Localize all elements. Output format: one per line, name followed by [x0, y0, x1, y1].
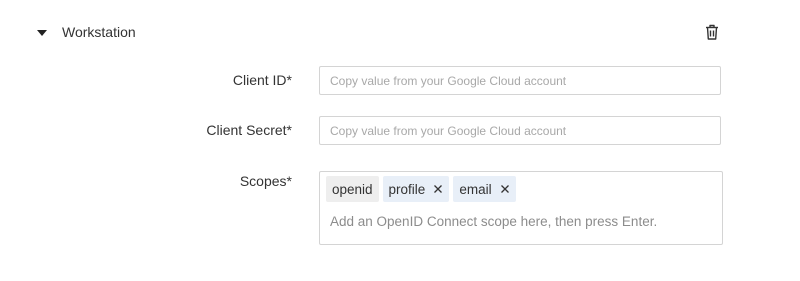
section-header: Workstation — [36, 22, 726, 44]
scope-input[interactable] — [330, 210, 710, 232]
client-secret-label: Client Secret* — [206, 122, 292, 138]
remove-profile-close-icon[interactable] — [433, 184, 443, 194]
client-id-label: Client ID* — [232, 72, 292, 88]
client-id-input[interactable] — [319, 66, 721, 95]
client-secret-input[interactable] — [319, 116, 721, 145]
oidc-provider-form: Workstation Client ID* Client Secret* Sc… — [0, 0, 800, 281]
scope-chip-label: profile — [388, 181, 426, 197]
scope-chip-openid: openid — [326, 176, 379, 202]
scopes-label: Scopes* — [239, 173, 292, 189]
scope-chip-profile: profile — [382, 176, 450, 202]
scope-chip-label: openid — [332, 181, 373, 197]
scope-chip-label: email — [459, 181, 492, 197]
trash-icon[interactable] — [702, 22, 722, 42]
caret-down-icon[interactable] — [36, 28, 48, 38]
remove-email-close-icon[interactable] — [500, 184, 510, 194]
scopes-field[interactable]: openid profile email — [319, 171, 723, 245]
section-title: Workstation — [62, 24, 136, 40]
scope-chip-email: email — [453, 176, 516, 202]
scope-chip-list: openid profile email — [326, 176, 516, 202]
